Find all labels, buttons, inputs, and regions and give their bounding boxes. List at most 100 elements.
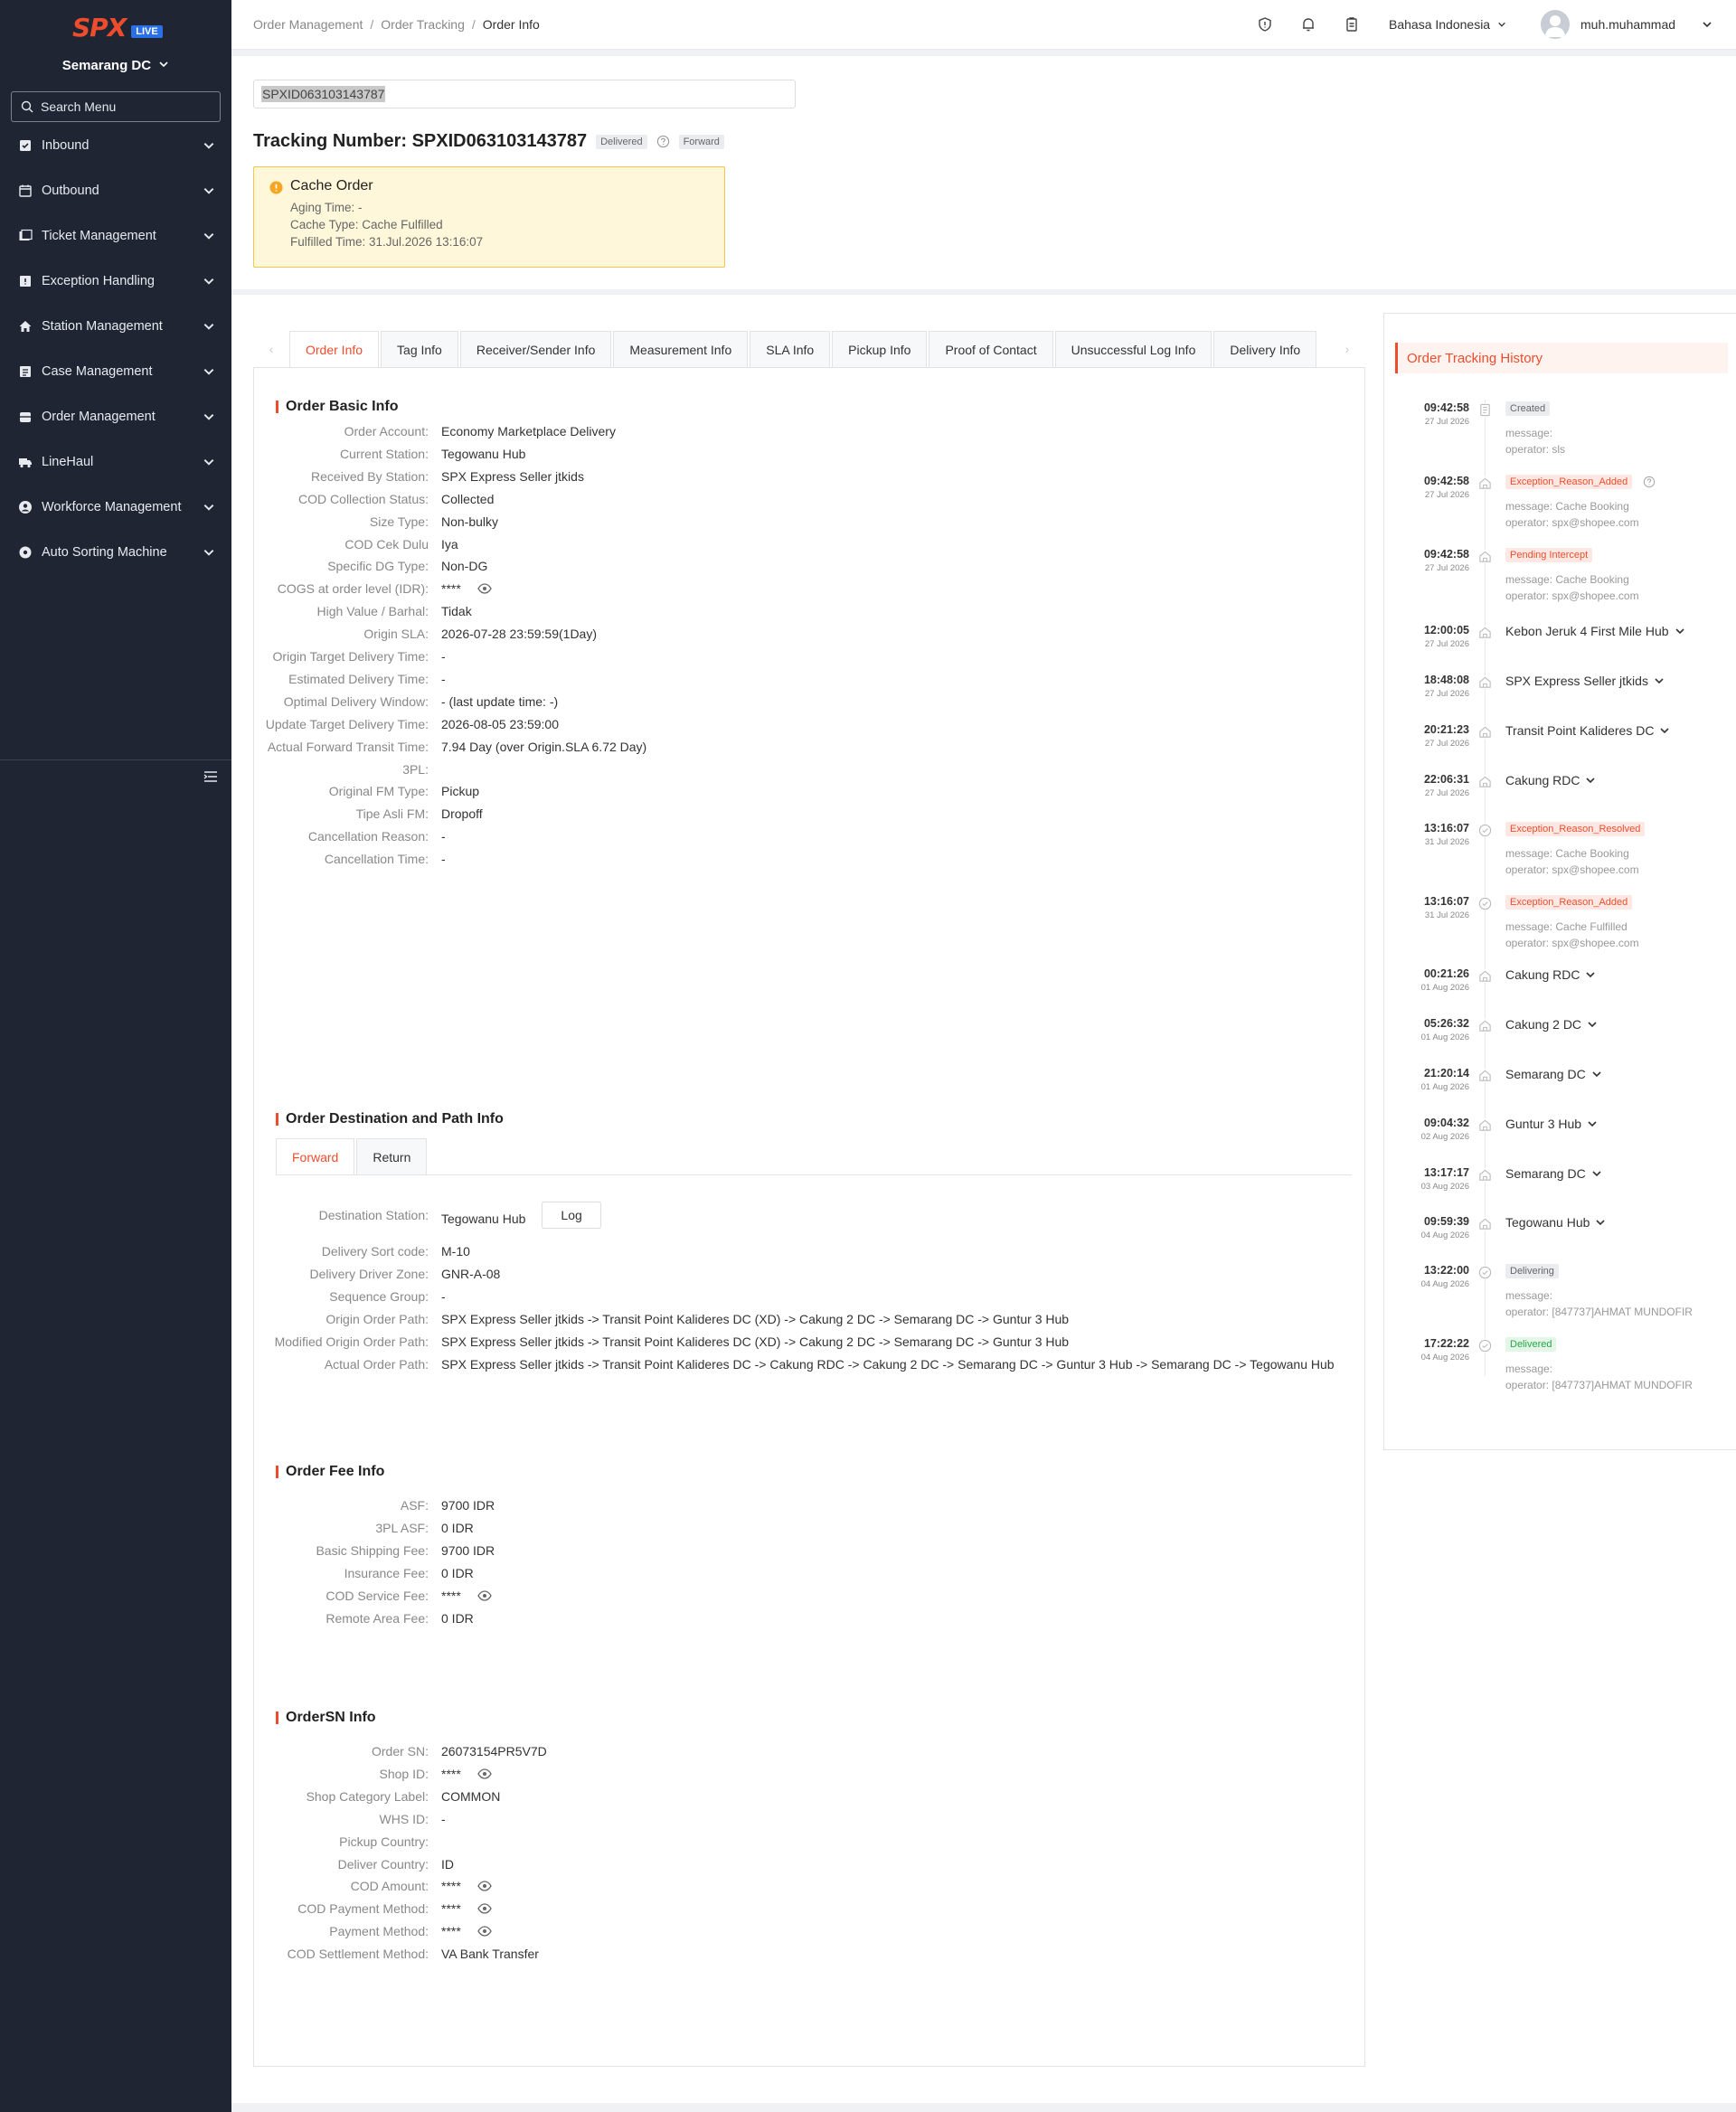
eye-icon[interactable] <box>477 1768 492 1779</box>
event-station: Tegowanu Hub <box>1505 1215 1590 1230</box>
subtab-return[interactable]: Return <box>356 1138 428 1174</box>
sidebar-menu: Inbound Outbound Ticket Management Exceptio… <box>0 123 231 575</box>
field-label: Shop Category Label: <box>306 1788 429 1804</box>
event-message: message: Cache Booking <box>1505 500 1629 513</box>
sidebar: SPX LIVE Semarang DC Search Menu Inbound… <box>0 0 231 2112</box>
exception-icon <box>18 274 33 288</box>
field-label: Insurance Fee: <box>344 1565 429 1580</box>
field-row: Cancellation Reason: - <box>254 829 1357 844</box>
help-icon[interactable] <box>656 135 670 148</box>
sidebar-item-linehaul[interactable]: LineHaul <box>0 439 231 485</box>
subtab-forward[interactable]: Forward <box>276 1138 355 1174</box>
tab-scroll-right-icon[interactable]: › <box>1329 331 1365 367</box>
event-header[interactable]: Cakung RDC <box>1505 967 1596 982</box>
field-label: Order Account: <box>344 424 429 438</box>
tab-pickup-info[interactable]: Pickup Info <box>832 331 928 367</box>
station-selector[interactable]: Semarang DC <box>0 58 231 73</box>
sidebar-item-ticket-management[interactable]: Ticket Management <box>0 213 231 259</box>
tab-order-info[interactable]: Order Info <box>289 331 380 367</box>
tracking-event: 21:20:14 01 Aug 2026 Semarang DC <box>1384 1067 1736 1112</box>
sidebar-item-order-management[interactable]: Order Management <box>0 394 231 439</box>
sidebar-item-label: Ticket Management <box>42 229 156 243</box>
event-time: 13:16:07 <box>1423 895 1469 908</box>
tracking-summary-card: SPXID063103143787 Tracking Number: SPXID… <box>231 56 1736 289</box>
field-value: **** <box>441 1767 492 1781</box>
event-station: Cakung 2 DC <box>1505 1017 1582 1032</box>
chevron-down-icon[interactable] <box>1702 19 1712 30</box>
sidebar-item-workforce-management[interactable]: Workforce Management <box>0 485 231 530</box>
eye-icon[interactable] <box>477 1903 492 1914</box>
event-header[interactable]: Guntur 3 Hub <box>1505 1117 1598 1131</box>
tracking-number-input[interactable]: SPXID063103143787 <box>253 80 796 108</box>
eye-icon[interactable] <box>477 1881 492 1892</box>
sidebar-item-auto-sorting-machine[interactable]: Auto Sorting Machine <box>0 530 231 575</box>
field-value: - <box>441 1289 446 1304</box>
field-label: Origin Order Path: <box>326 1312 429 1326</box>
event-header[interactable]: Kebon Jeruk 4 First Mile Hub <box>1505 624 1685 638</box>
breadcrumb-order-management[interactable]: Order Management <box>253 17 363 32</box>
tab-delivery-info[interactable]: Delivery Info <box>1213 331 1317 367</box>
tab-scroll-left-icon[interactable]: ‹ <box>253 331 289 367</box>
tracking-event: 13:16:07 31 Jul 2026 Exception_Reason_Reso… <box>1384 822 1736 876</box>
tab-unsuccessful-log-info[interactable]: Unsuccessful Log Info <box>1054 331 1212 367</box>
tab-measurement-info[interactable]: Measurement Info <box>613 331 749 367</box>
field-value-text: 0 IDR <box>441 1520 474 1535</box>
eye-icon[interactable] <box>477 1589 492 1601</box>
field-value: - <box>441 649 446 664</box>
sidebar-item-label: Order Management <box>42 410 156 424</box>
sidebar-item-case-management[interactable]: Case Management <box>0 349 231 394</box>
sidebar-item-label: Auto Sorting Machine <box>42 545 167 560</box>
tab-receiver-sender-info[interactable]: Receiver/Sender Info <box>459 331 612 367</box>
chevron-down-icon <box>203 233 214 240</box>
user-name[interactable]: muh.muhammad <box>1580 17 1675 32</box>
chevron-down-icon <box>1660 728 1670 734</box>
spx-logo[interactable]: SPX LIVE <box>72 13 163 42</box>
event-header[interactable]: Tegowanu Hub <box>1505 1215 1606 1230</box>
field-value: Economy Marketplace Delivery <box>441 424 616 438</box>
field-row: High Value / Barhal: Tidak <box>254 604 1357 618</box>
field-value-text: SPX Express Seller jtkids -> Transit Poi… <box>441 1312 1070 1326</box>
user-avatar-icon <box>1545 15 1565 37</box>
tab-tag-info[interactable]: Tag Info <box>381 331 458 367</box>
sidebar-item-station-management[interactable]: Station Management <box>0 304 231 349</box>
field-label: Actual Forward Transit Time: <box>267 739 429 754</box>
tab-sla-info[interactable]: SLA Info <box>750 331 831 367</box>
shield-icon[interactable] <box>1257 16 1273 33</box>
event-header[interactable]: SPX Express Seller jtkids <box>1505 674 1665 688</box>
eye-icon[interactable] <box>477 1926 492 1937</box>
collapse-sidebar-icon[interactable] <box>203 770 218 783</box>
language-selector[interactable]: Bahasa Indonesia <box>1389 17 1506 32</box>
tracking-history-title: Order Tracking History <box>1395 343 1728 373</box>
event-header[interactable]: Cakung 2 DC <box>1505 1017 1598 1032</box>
tab-proof-of-contact[interactable]: Proof of Contact <box>929 331 1053 367</box>
log-button[interactable]: Log <box>542 1202 601 1229</box>
sidebar-item-inbound[interactable]: Inbound <box>0 123 231 168</box>
field-value: Iya <box>441 537 458 552</box>
sidebar-item-exception-handling[interactable]: Exception Handling <box>0 259 231 304</box>
search-menu-input[interactable]: Search Menu <box>11 91 221 122</box>
field-value-text: ID <box>441 1856 454 1872</box>
avatar[interactable] <box>1541 10 1570 39</box>
field-value-text: 9700 IDR <box>441 1498 495 1513</box>
field-row: COD Collection Status: Collected <box>254 492 1357 506</box>
field-row: Received By Station: SPX Express Seller j… <box>254 469 1357 484</box>
sidebar-item-outbound[interactable]: Outbound <box>0 168 231 213</box>
event-header[interactable]: Semarang DC <box>1505 1067 1602 1081</box>
tab-bar: ‹ Order Info Tag Info Receiver/Sender Info… <box>253 331 1365 367</box>
sidebar-item-label: Station Management <box>42 319 163 334</box>
field-value: - <box>441 852 446 866</box>
event-operator: operator: spx@shopee.com <box>1505 863 1639 876</box>
help-icon[interactable] <box>1643 476 1656 488</box>
breadcrumb-order-tracking[interactable]: Order Tracking <box>381 17 465 32</box>
event-header[interactable]: Semarang DC <box>1505 1166 1602 1181</box>
chevron-down-icon <box>1588 1121 1597 1127</box>
bell-icon[interactable] <box>1300 16 1316 33</box>
field-row: Specific DG Type: Non-DG <box>254 559 1357 573</box>
eye-icon[interactable] <box>477 583 492 594</box>
house-icon <box>1478 476 1492 490</box>
field-value-text: Iya <box>441 536 458 552</box>
clipboard-icon[interactable] <box>1344 16 1360 33</box>
event-header[interactable]: Transit Point Kalideres DC <box>1505 723 1670 738</box>
event-header[interactable]: Cakung RDC <box>1505 773 1596 787</box>
field-label: Optimal Delivery Window: <box>283 693 429 709</box>
